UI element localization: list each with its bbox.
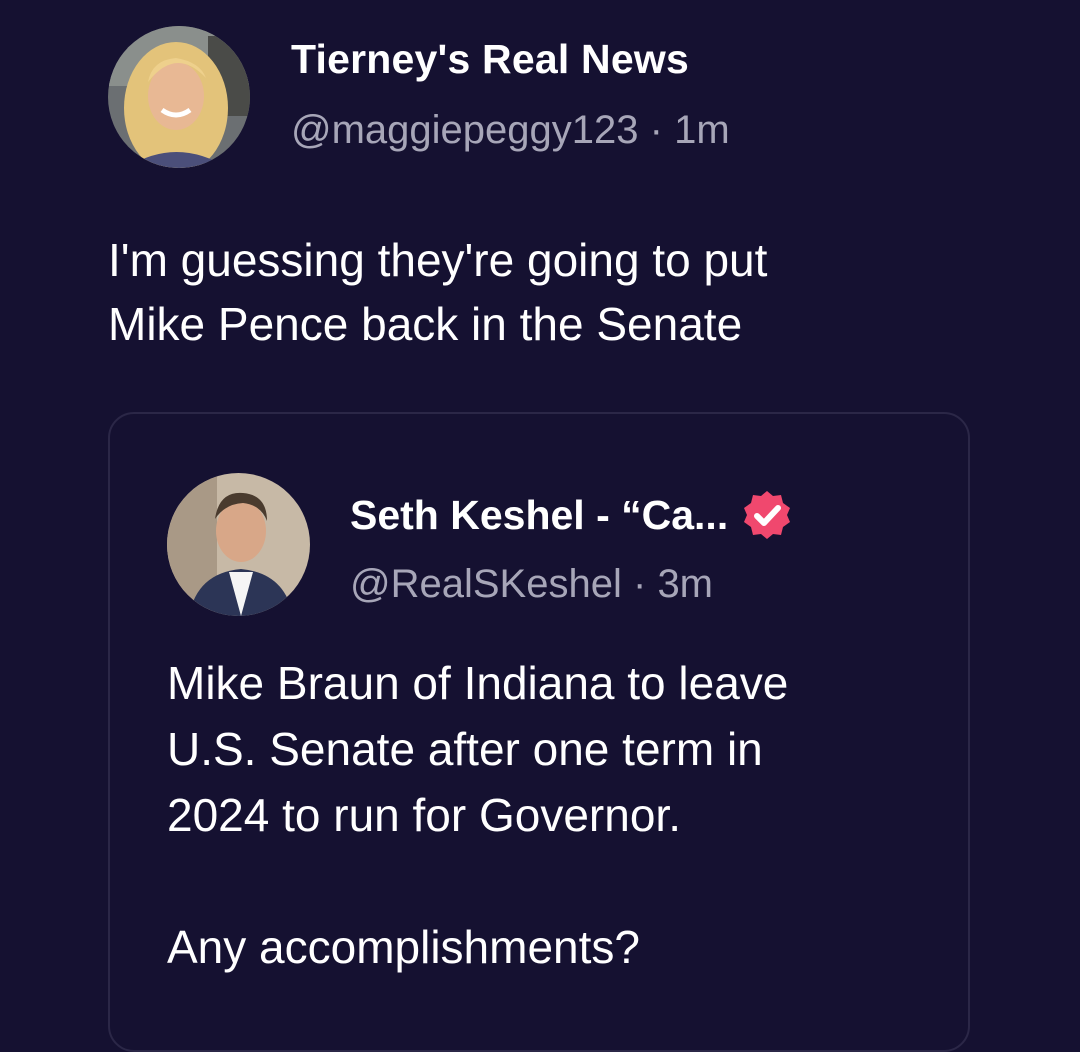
- post-time[interactable]: 1m: [674, 108, 730, 152]
- author-avatar[interactable]: [108, 26, 250, 168]
- quoted-author-handle[interactable]: @RealSKeshel: [350, 562, 622, 606]
- quoted-author-name[interactable]: Seth Keshel - “Ca...: [350, 492, 728, 539]
- post-text: I'm guessing they're going to put Mike P…: [108, 234, 768, 350]
- quoted-post-card[interactable]: Seth Keshel - “Ca... @RealSKeshel · 3m M…: [108, 412, 970, 1052]
- quoted-post-text: Mike Braun of Indiana to leave U.S. Sena…: [167, 657, 789, 973]
- quoted-author-meta: @RealSKeshel · 3m: [350, 562, 713, 607]
- quoted-author-row: Seth Keshel - “Ca...: [350, 488, 794, 542]
- woman-profile-photo-icon: [108, 26, 250, 168]
- verified-badge-icon: [744, 491, 791, 539]
- man-profile-photo-icon: [167, 473, 310, 616]
- quoted-post-time[interactable]: 3m: [657, 562, 713, 606]
- post[interactable]: Tierney's Real News @maggiepeggy123 · 1m…: [0, 0, 1080, 1052]
- author-name[interactable]: Tierney's Real News: [291, 36, 689, 83]
- author-meta: @maggiepeggy123 · 1m: [291, 108, 730, 153]
- quoted-meta-separator: ·: [632, 562, 647, 606]
- quoted-author-avatar[interactable]: [167, 473, 310, 616]
- author-handle[interactable]: @maggiepeggy123: [291, 108, 639, 152]
- meta-separator: ·: [649, 108, 663, 152]
